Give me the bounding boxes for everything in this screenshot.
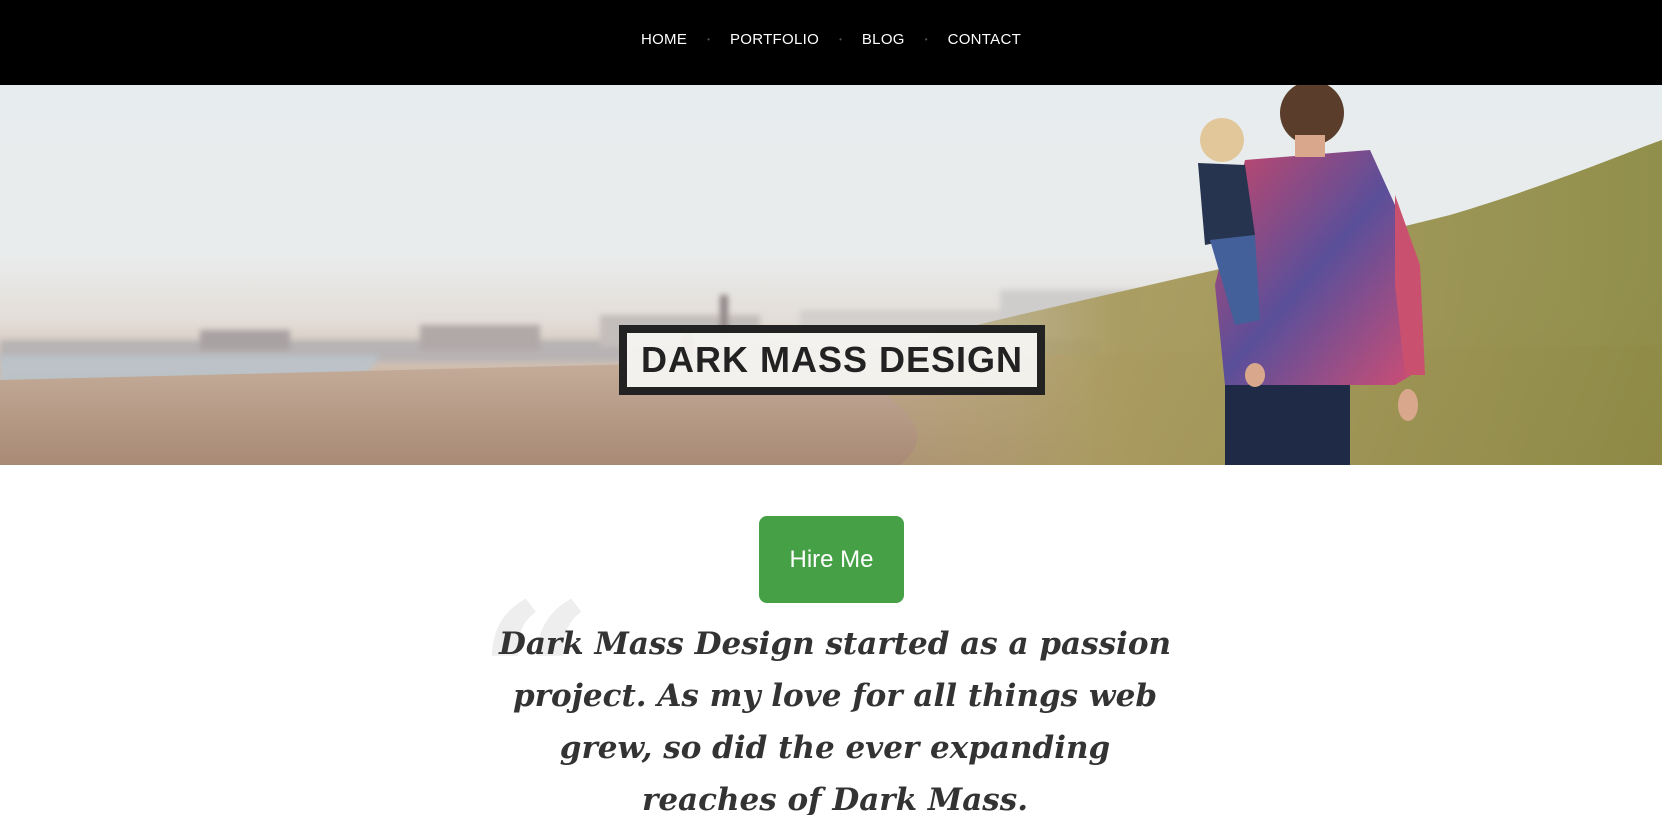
hero-photo xyxy=(0,85,1662,465)
hire-me-button[interactable]: Hire Me xyxy=(759,516,904,603)
nav-link-blog[interactable]: BLOG xyxy=(862,31,905,48)
about-quote: Dark Mass Design started as a passion pr… xyxy=(498,626,1172,815)
nav-item-contact: CONTACT xyxy=(948,31,1021,48)
nav-menu: HOME • PORTFOLIO • BLOG • CONTACT xyxy=(641,31,1021,48)
nav-link-contact[interactable]: CONTACT xyxy=(948,31,1021,48)
nav-separator-icon: • xyxy=(924,34,928,44)
nav-item-portfolio: PORTFOLIO • xyxy=(730,31,862,48)
nav-item-home: HOME • xyxy=(641,31,730,48)
site-title: DARK MASS DESIGN xyxy=(640,339,1024,380)
nav-link-home[interactable]: HOME xyxy=(641,31,687,48)
top-navigation: HOME • PORTFOLIO • BLOG • CONTACT xyxy=(0,0,1662,85)
nav-item-blog: BLOG • xyxy=(862,31,948,48)
nav-separator-icon: • xyxy=(707,34,710,44)
nav-separator-icon: • xyxy=(839,34,842,44)
site-title-box: DARK MASS DESIGN xyxy=(619,325,1045,395)
hero-banner: DARK MASS DESIGN xyxy=(0,85,1662,465)
nav-link-portfolio[interactable]: PORTFOLIO xyxy=(730,31,819,48)
